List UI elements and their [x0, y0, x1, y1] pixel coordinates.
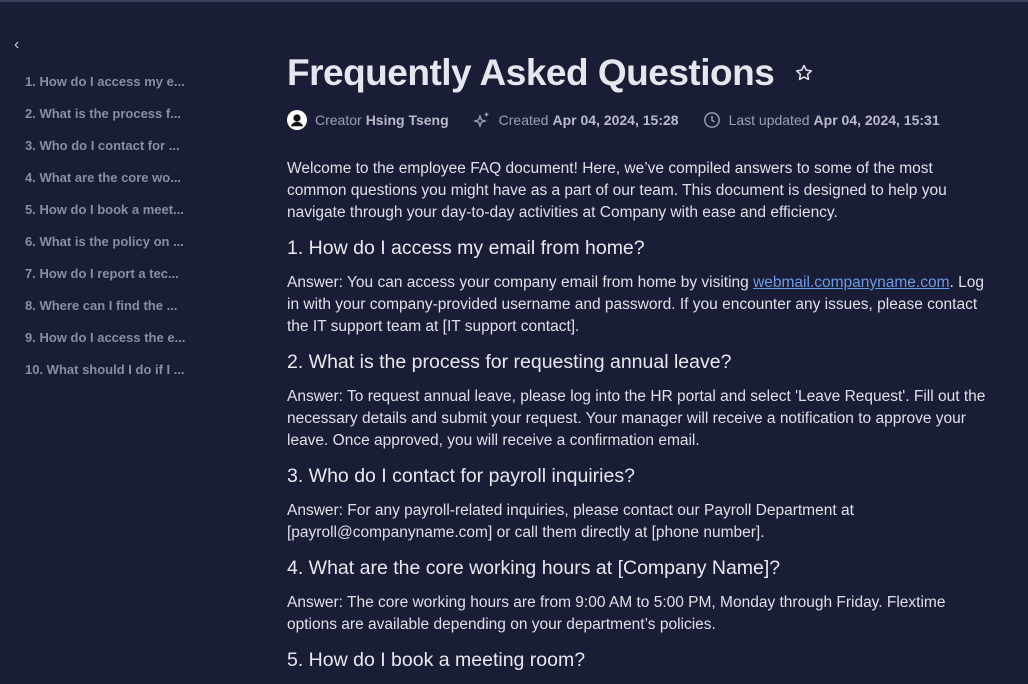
updated-info: Last updated Apr 04, 2024, 15:31 [703, 111, 940, 129]
star-outline-icon[interactable] [794, 63, 814, 83]
toc-item-8[interactable]: 8. Where can I find the ... [25, 297, 185, 329]
chevron-left-icon[interactable]: ‹ [14, 36, 19, 54]
toc-item-1[interactable]: 1. How do I access my e... [25, 73, 185, 105]
created-label: Created [498, 112, 549, 128]
question-heading-4: 4. What are the core working hours at [C… [287, 557, 781, 579]
document-main: Frequently Asked Questions Creator Hsing… [287, 52, 987, 684]
creator-label: Creator [315, 112, 362, 128]
toc-item-3[interactable]: 3. Who do I contact for ... [25, 137, 185, 169]
created-info: Created Apr 04, 2024, 15:28 [472, 111, 679, 129]
page-title-row: Frequently Asked Questions [287, 52, 987, 94]
answer-2: Answer: To request annual leave, please … [287, 388, 986, 449]
updated-label: Last updated [728, 112, 810, 128]
question-heading-1: 1. How do I access my email from home? [287, 237, 645, 259]
answer-3: Answer: For any payroll-related inquirie… [287, 502, 854, 541]
answer-1: Answer: You can access your company emai… [287, 272, 987, 338]
question-heading-3: 3. Who do I contact for payroll inquirie… [287, 465, 635, 487]
page-title: Frequently Asked Questions [287, 52, 775, 93]
document-meta: Creator Hsing Tseng Created Apr 04, 2024… [287, 110, 987, 130]
avatar-icon [287, 110, 307, 130]
answer-1-text-pre: Answer: You can access your company emai… [287, 274, 754, 291]
updated-value: Apr 04, 2024, 15:31 [813, 112, 940, 128]
toc-item-4[interactable]: 4. What are the core wo... [25, 169, 185, 201]
document-body: Welcome to the employee FAQ document! He… [287, 158, 987, 672]
toc-item-7[interactable]: 7. How do I report a tec... [25, 265, 185, 297]
created-value: Apr 04, 2024, 15:28 [552, 112, 679, 128]
toc-list: 1. How do I access my e... 2. What is th… [25, 73, 185, 393]
question-heading-2: 2. What is the process for requesting an… [287, 351, 732, 373]
sparkle-icon [472, 112, 489, 128]
toc-item-10[interactable]: 10. What should I do if I ... [25, 361, 185, 393]
toc-item-9[interactable]: 9. How do I access the e... [25, 329, 185, 361]
creator-name: Hsing Tseng [365, 112, 449, 128]
creator-info: Creator Hsing Tseng [287, 110, 449, 130]
table-of-contents-sidebar: ‹ 1. How do I access my e... 2. What is … [0, 0, 260, 663]
answer-4: Answer: The core working hours are from … [287, 594, 946, 633]
toc-item-5[interactable]: 5. How do I book a meet... [25, 201, 185, 233]
toc-item-2[interactable]: 2. What is the process f... [25, 105, 185, 137]
intro-paragraph: Welcome to the employee FAQ document! He… [287, 160, 947, 221]
clock-icon [703, 112, 720, 128]
toc-item-6[interactable]: 6. What is the policy on ... [25, 233, 185, 265]
question-heading-5: 5. How do I book a meeting room? [287, 649, 586, 671]
webmail-link[interactable]: webmail.companyname.com [753, 274, 949, 291]
